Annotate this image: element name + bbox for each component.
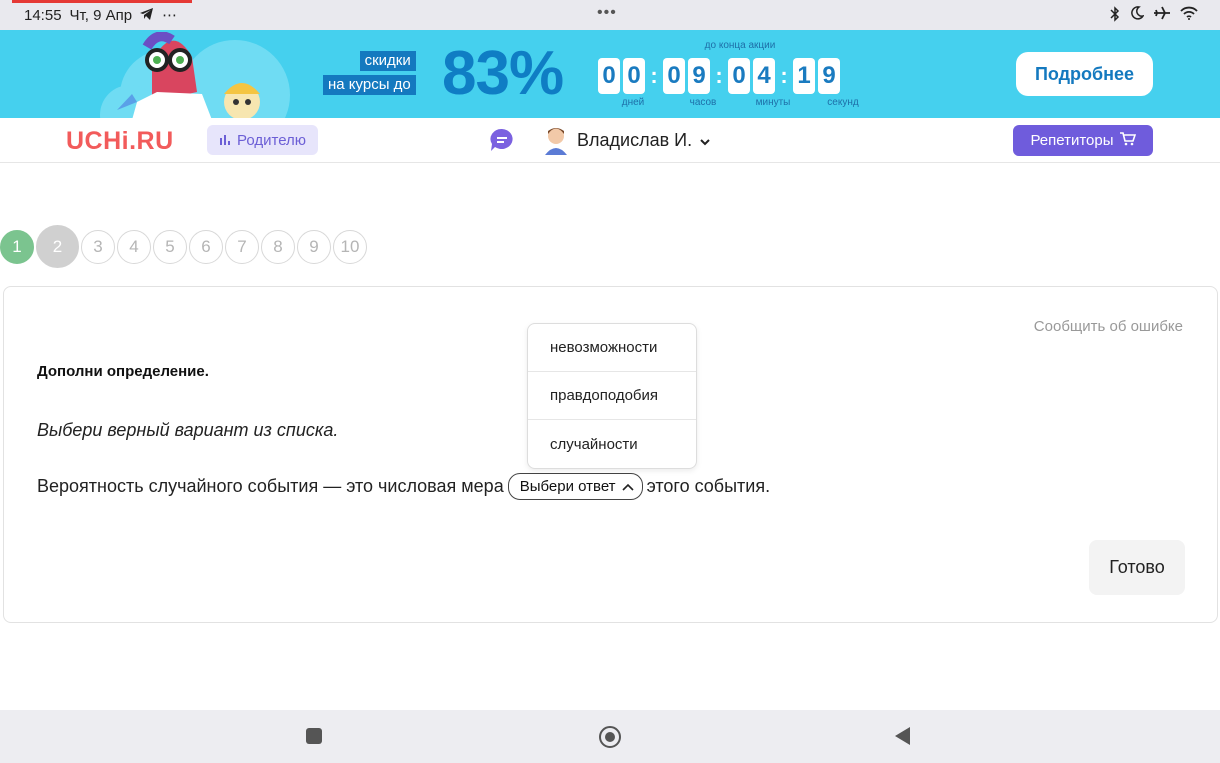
timer-units: дней часов минуты секунд	[598, 97, 880, 108]
done-button[interactable]: Готово	[1089, 540, 1185, 595]
bar-chart-icon	[219, 132, 231, 149]
step-1[interactable]: 1	[0, 229, 34, 264]
timer-digit: 1	[793, 58, 815, 94]
answer-option[interactable]: невозможности	[528, 324, 696, 372]
task-sentence: Вероятность случайного события — это чис…	[37, 473, 770, 500]
unit-seconds: секунд	[827, 97, 859, 108]
status-right	[1110, 6, 1198, 26]
tutors-button-label: Репетиторы	[1030, 132, 1114, 149]
step-9[interactable]: 9	[297, 229, 331, 264]
timer-digit: 0	[623, 58, 645, 94]
more-details-button[interactable]: Подробнее	[1016, 52, 1153, 96]
timer-digit: 9	[688, 58, 710, 94]
answer-select[interactable]: Выбери ответ	[507, 473, 643, 500]
report-error-link[interactable]: Сообщить об ошибке	[1034, 318, 1183, 335]
step-5[interactable]: 5	[153, 229, 187, 264]
discount-line-2: на курсы до	[323, 75, 416, 95]
progress-indicator	[12, 0, 192, 3]
moon-icon	[1130, 6, 1145, 26]
task-title: Дополни определение.	[37, 363, 209, 380]
task-hint: Выбери верный вариант из списка.	[37, 420, 339, 440]
status-date: Чт, 9 Апр	[69, 6, 133, 24]
parent-button[interactable]: Родителю	[207, 125, 319, 155]
more-notifications: ⋯	[162, 7, 178, 24]
chat-icon[interactable]	[489, 128, 515, 152]
airplane-icon	[1154, 6, 1170, 26]
step-10[interactable]: 10	[333, 229, 367, 264]
sentence-before: Вероятность случайного события — это чис…	[37, 476, 504, 496]
timer-caption: до конца акции	[704, 40, 776, 51]
task-steps: 1 2 3 4 5 6 7 8 9 10	[0, 225, 369, 268]
mascot-illustration	[117, 32, 260, 118]
promo-banner[interactable]: скидки на курсы до 83% до конца акции 0 …	[0, 30, 1220, 118]
system-nav-bar	[0, 710, 1220, 763]
step-2[interactable]: 2	[36, 225, 79, 268]
chevron-down-icon	[700, 130, 710, 151]
discount-label: скидки на курсы до	[323, 51, 416, 95]
status-left: 14:55 Чт, 9 Апр ⋯	[24, 6, 178, 25]
cart-icon	[1119, 131, 1136, 150]
countdown-timer: 0 0 : 0 9 : 0 4 : 1 9	[598, 58, 843, 94]
sentence-after: этого события.	[646, 476, 771, 496]
telegram-icon	[140, 7, 154, 24]
answer-dropdown: невозможности правдоподобия случайности	[527, 323, 697, 469]
bluetooth-icon	[1110, 6, 1120, 26]
answer-select-value: Выбери ответ	[519, 478, 616, 495]
wifi-icon	[1180, 6, 1198, 26]
user-menu[interactable]: Владислав И.	[543, 125, 710, 155]
timer-digit: 4	[753, 58, 775, 94]
recents-button[interactable]	[306, 728, 322, 744]
answer-option[interactable]: случайности	[528, 420, 696, 468]
uchi-logo[interactable]: UCHi.RU	[66, 127, 174, 156]
avatar	[545, 128, 567, 155]
step-3[interactable]: 3	[81, 229, 115, 264]
timer-digit: 0	[728, 58, 750, 94]
timer-digit: 9	[818, 58, 840, 94]
unit-days: дней	[621, 97, 645, 108]
step-7[interactable]: 7	[225, 229, 259, 264]
site-header: UCHi.RU Родителю Владислав И. Репетиторы	[0, 118, 1220, 163]
discount-percent: 83%	[442, 39, 564, 108]
tutors-button[interactable]: Репетиторы	[1013, 125, 1153, 156]
multiwindow-dots[interactable]: •••	[597, 4, 617, 22]
discount-line-1: скидки	[359, 51, 416, 71]
parent-button-label: Родителю	[237, 131, 307, 149]
back-button[interactable]	[895, 727, 910, 745]
step-8[interactable]: 8	[261, 229, 295, 264]
timer-digit: 0	[598, 58, 620, 94]
user-name: Владислав И.	[577, 129, 693, 150]
status-bar: 14:55 Чт, 9 Апр ⋯ •••	[0, 0, 1220, 30]
step-4[interactable]: 4	[117, 229, 151, 264]
answer-option[interactable]: правдоподобия	[528, 372, 696, 420]
timer-digit: 0	[663, 58, 685, 94]
unit-minutes: минуты	[755, 97, 791, 108]
home-button[interactable]	[599, 726, 621, 748]
unit-hours: часов	[689, 97, 717, 108]
status-time: 14:55	[24, 6, 62, 24]
chevron-up-icon	[621, 478, 634, 495]
step-6[interactable]: 6	[189, 229, 223, 264]
